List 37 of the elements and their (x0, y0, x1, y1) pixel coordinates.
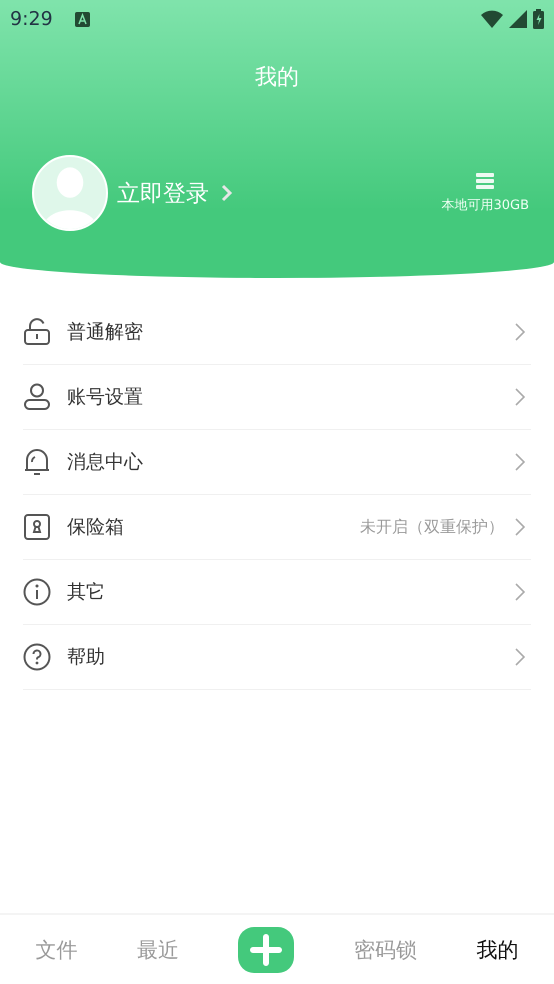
keyboard-icon (74, 12, 90, 26)
menu-value: 未开启（双重保护） (360, 516, 504, 538)
chevron-right-icon (514, 517, 526, 537)
menu-label: 消息中心 (67, 450, 143, 475)
menu-item[interactable]: 普通解密 (23, 300, 531, 365)
menu-item[interactable]: 消息中心 (23, 430, 531, 495)
help-icon (23, 643, 51, 671)
menu-item[interactable]: 帮助 (23, 625, 531, 690)
chevron-right-icon (514, 387, 526, 407)
unlock-icon (23, 318, 51, 346)
battery-icon (533, 9, 544, 29)
menu-label: 其它 (67, 580, 105, 605)
storage-icon (476, 172, 494, 188)
safe-icon (23, 513, 51, 541)
menu-label: 帮助 (67, 645, 105, 670)
menu-label: 保险箱 (67, 515, 124, 540)
chevron-right-icon (514, 452, 526, 472)
info-icon (23, 578, 51, 606)
signal-icon (509, 10, 527, 28)
page-title: 我的 (254, 64, 300, 92)
menu-label: 账号设置 (67, 385, 143, 410)
menu-label: 普通解密 (67, 320, 143, 345)
chevron-right-icon (514, 647, 526, 667)
chevron-right-icon (514, 582, 526, 602)
user-icon (23, 383, 51, 411)
bell-icon (23, 448, 51, 476)
nav-tab[interactable]: 我的 (476, 936, 518, 964)
chevron-right-icon (514, 322, 526, 342)
menu-item[interactable]: 保险箱 未开启（双重保护） (23, 495, 531, 560)
status-time: 9:29 (10, 8, 53, 30)
menu-item[interactable]: 账号设置 (23, 365, 531, 430)
add-button[interactable] (238, 926, 294, 972)
wifi-icon (481, 10, 503, 28)
chevron-right-icon (221, 184, 233, 202)
menu-item[interactable]: 其它 (23, 560, 531, 625)
storage-info: 本地可用30GB (441, 196, 529, 214)
plus-icon (250, 934, 282, 966)
